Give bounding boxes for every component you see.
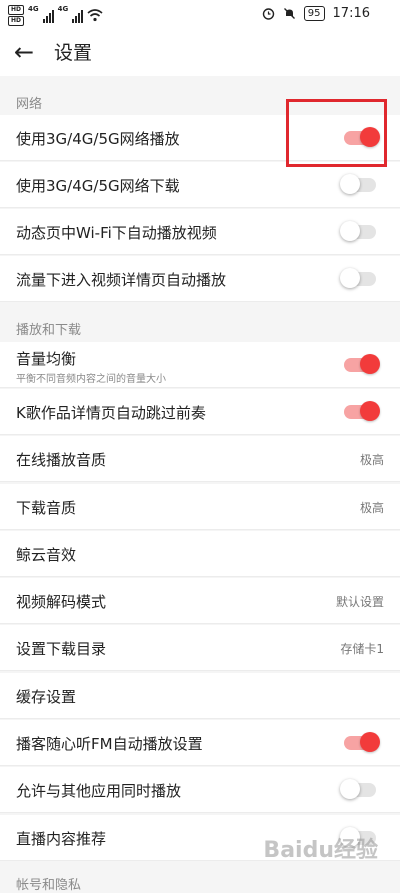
toggle-switch-off[interactable] — [340, 221, 376, 241]
setting-label: 允许与其他应用同时播放 — [16, 782, 182, 800]
hd-badge-1: HD — [8, 5, 24, 15]
toggle-switch-off[interactable] — [340, 174, 376, 194]
signal-icon-2 — [72, 9, 84, 23]
setting-label: 鲸云音效 — [16, 546, 77, 564]
toggle-knob — [340, 268, 360, 288]
hd-badge-2: HD — [8, 16, 24, 26]
toggle-knob — [360, 401, 380, 421]
setting-row-whale-sound[interactable]: 鲸云音效 — [0, 531, 400, 577]
setting-label: K歌作品详情页自动跳过前奏 — [16, 404, 206, 422]
setting-row-fm-autoplay[interactable]: 播客随心听FM自动播放设置 — [0, 720, 400, 766]
setting-label: 缓存设置 — [16, 688, 77, 706]
toggle-knob — [340, 174, 360, 194]
alarm-icon — [262, 8, 274, 20]
toggle-switch-on[interactable] — [344, 732, 380, 752]
setting-value: 极高 — [359, 501, 384, 515]
setting-label: 使用3G/4G/5G网络播放 — [16, 130, 180, 148]
toggle-knob — [360, 354, 380, 374]
setting-label: 播客随心听FM自动播放设置 — [16, 735, 203, 753]
setting-row-feed-autoplay[interactable]: 动态页中Wi-Fi下自动播放视频 — [0, 209, 400, 255]
toggle-knob — [340, 779, 360, 799]
toggle-knob — [340, 221, 360, 241]
setting-row-net-download[interactable]: 使用3G/4G/5G网络下载 — [0, 162, 400, 208]
setting-label: 使用3G/4G/5G网络下载 — [16, 177, 180, 195]
network-label-1: 4G — [28, 5, 39, 13]
setting-sublabel: 平衡不同音频内容之间的音量大小 — [16, 374, 166, 385]
setting-label: 下载音质 — [16, 499, 77, 517]
section-title-account: 帐号和隐私 — [16, 878, 82, 893]
setting-label: 动态页中Wi-Fi下自动播放视频 — [16, 224, 217, 242]
setting-row-k-skip-intro[interactable]: K歌作品详情页自动跳过前奏 — [0, 389, 400, 435]
toggle-switch-on[interactable] — [344, 401, 380, 421]
highlight-box — [286, 99, 387, 167]
setting-label: 视频解码模式 — [16, 593, 107, 611]
setting-row-data-autoplay[interactable]: 流量下进入视频详情页自动播放 — [0, 256, 400, 302]
watermark: Baidu经验 — [263, 838, 378, 863]
network-label-2: 4G — [57, 5, 69, 13]
setting-value: 存储卡1 — [340, 642, 384, 656]
setting-row-download-quality[interactable]: 下载音质 极高 — [0, 484, 400, 530]
status-right: 95 17:16 — [262, 6, 370, 21]
setting-row-video-decode[interactable]: 视频解码模式 默认设置 — [0, 578, 400, 624]
setting-row-mix-play[interactable]: 允许与其他应用同时播放 — [0, 767, 400, 813]
toggle-switch-off[interactable] — [340, 268, 376, 288]
mute-icon — [283, 8, 295, 19]
hd-indicators: HD HD — [8, 5, 24, 26]
back-arrow-icon[interactable]: ← — [14, 38, 34, 66]
status-left: HD HD 4G 4G — [8, 5, 103, 26]
app-header: ← 设置 — [0, 30, 400, 76]
setting-label: 流量下进入视频详情页自动播放 — [16, 271, 227, 289]
battery-indicator: 95 — [303, 6, 325, 21]
page-title: 设置 — [54, 42, 93, 64]
setting-value: 默认设置 — [335, 595, 384, 609]
toggle-knob — [360, 732, 380, 752]
toggle-switch-on[interactable] — [344, 354, 380, 374]
setting-label: 设置下载目录 — [16, 640, 107, 658]
section-title-playback: 播放和下载 — [16, 323, 82, 338]
toggle-switch-off[interactable] — [340, 779, 376, 799]
section-title-network: 网络 — [16, 97, 43, 112]
setting-row-volume-balance[interactable]: 音量均衡 平衡不同音频内容之间的音量大小 — [0, 342, 400, 388]
status-bar: HD HD 4G 4G 95 17:16 — [0, 0, 400, 30]
status-time: 17:16 — [332, 6, 370, 21]
setting-row-download-dir[interactable]: 设置下载目录 存储卡1 — [0, 625, 400, 671]
setting-label: 直播内容推荐 — [16, 830, 107, 848]
setting-row-online-quality[interactable]: 在线播放音质 极高 — [0, 436, 400, 482]
wifi-icon — [87, 9, 103, 22]
setting-label: 音量均衡 — [16, 350, 77, 368]
setting-label: 在线播放音质 — [16, 451, 107, 469]
signal-icon — [42, 9, 54, 23]
setting-row-cache[interactable]: 缓存设置 — [0, 673, 400, 719]
setting-value: 极高 — [359, 453, 384, 467]
